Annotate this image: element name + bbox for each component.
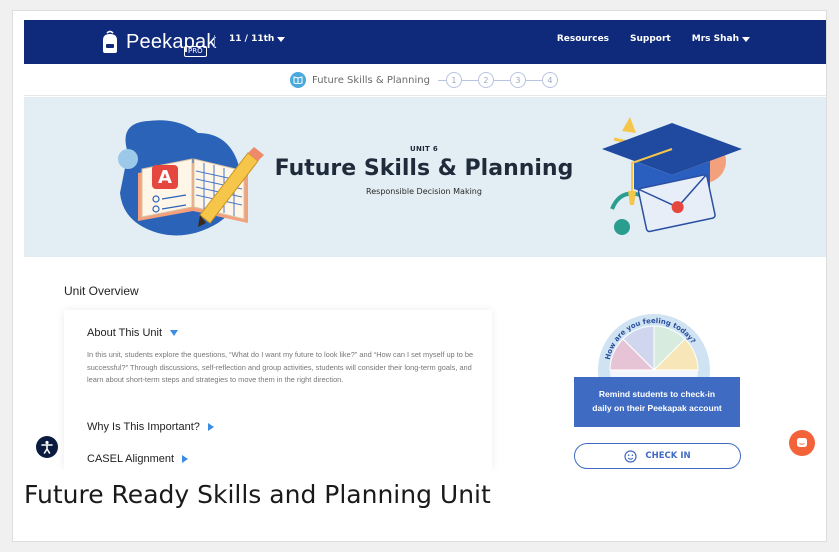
- page-caption: Future Ready Skills and Planning Unit: [24, 480, 491, 509]
- check-in-label: CHECK IN: [645, 451, 691, 461]
- step-current-label: Future Skills & Planning: [312, 74, 430, 86]
- chevron-down-icon: [742, 36, 750, 42]
- unit-hero: A UNIT 6 Future Skills & Planning Respon…: [24, 97, 826, 257]
- lesson-steps-bar: Future Skills & Planning 1 2 3 4: [24, 64, 826, 96]
- checkin-reminder: Remind students to check-in daily on the…: [574, 377, 740, 427]
- why-important-toggle[interactable]: Why Is This Important?: [87, 421, 214, 433]
- grade-selector[interactable]: 11 / 11th: [229, 34, 286, 44]
- caret-down-icon: [170, 330, 179, 336]
- casel-alignment-toggle[interactable]: CASEL Alignment: [87, 453, 189, 465]
- step-2[interactable]: 2: [477, 72, 494, 88]
- unit-overview-card: About This Unit In this unit, students e…: [64, 310, 492, 470]
- accessibility-button[interactable]: [36, 436, 58, 458]
- step-connector: [437, 79, 446, 81]
- reminder-line-1: Remind students to check-in: [598, 389, 716, 399]
- user-menu[interactable]: Mrs Shah: [692, 34, 750, 44]
- user-name: Mrs Shah: [691, 34, 739, 44]
- pro-badge: PRO: [184, 46, 207, 57]
- nav-support[interactable]: Support: [630, 34, 671, 44]
- step-unit-overview[interactable]: Future Skills & Planning: [290, 72, 430, 88]
- chevron-down-icon: [277, 36, 286, 42]
- backpack-logo-icon: [103, 30, 117, 53]
- steps-track: Future Skills & Planning 1 2 3 4: [290, 72, 558, 88]
- step-4[interactable]: 4: [541, 72, 558, 88]
- chat-launcher-button[interactable]: [789, 430, 815, 456]
- nav-resources[interactable]: Resources: [557, 34, 609, 44]
- graduation-illustration: [602, 117, 742, 235]
- nav-divider: [214, 35, 215, 48]
- accessibility-icon: [41, 440, 53, 454]
- about-unit-body: In this unit, students explore the quest…: [87, 350, 474, 385]
- unit-title: Future Skills & Planning: [274, 156, 574, 181]
- unit-number: UNIT 6: [409, 145, 439, 153]
- hero-text: UNIT 6 Future Skills & Planning Responsi…: [224, 145, 624, 196]
- svg-text:A: A: [158, 167, 172, 188]
- step-1[interactable]: 1: [445, 72, 462, 88]
- book-icon: [290, 72, 306, 88]
- unit-overview-heading: Unit Overview: [64, 284, 139, 298]
- grade-label: 11 / 11th: [229, 34, 275, 44]
- chat-icon: [797, 438, 807, 447]
- check-in-button[interactable]: CHECK IN: [574, 443, 741, 469]
- about-unit-heading: About This Unit: [87, 327, 163, 339]
- step-connector: [525, 79, 542, 81]
- step-3[interactable]: 3: [509, 72, 526, 88]
- app-window: Peekapak PRO 11 / 11th Resources Support…: [24, 20, 826, 470]
- top-nav: Peekapak PRO 11 / 11th Resources Support…: [24, 20, 826, 64]
- why-important-heading: Why Is This Important?: [87, 421, 200, 433]
- reminder-line-2: daily on their Peekapak account: [592, 403, 722, 413]
- caret-right-icon: [207, 423, 214, 431]
- unit-subtitle: Responsible Decision Making: [366, 187, 482, 196]
- casel-alignment-heading: CASEL Alignment: [87, 453, 175, 465]
- step-connector: [461, 79, 478, 81]
- feelings-wheel-graphic: How are you feeling today?: [598, 314, 710, 388]
- about-unit-toggle[interactable]: About This Unit: [87, 327, 179, 339]
- nav-links: Resources Support Mrs Shah: [557, 34, 750, 44]
- smile-icon: [624, 449, 637, 463]
- caret-right-icon: [182, 455, 189, 463]
- step-connector: [493, 79, 510, 81]
